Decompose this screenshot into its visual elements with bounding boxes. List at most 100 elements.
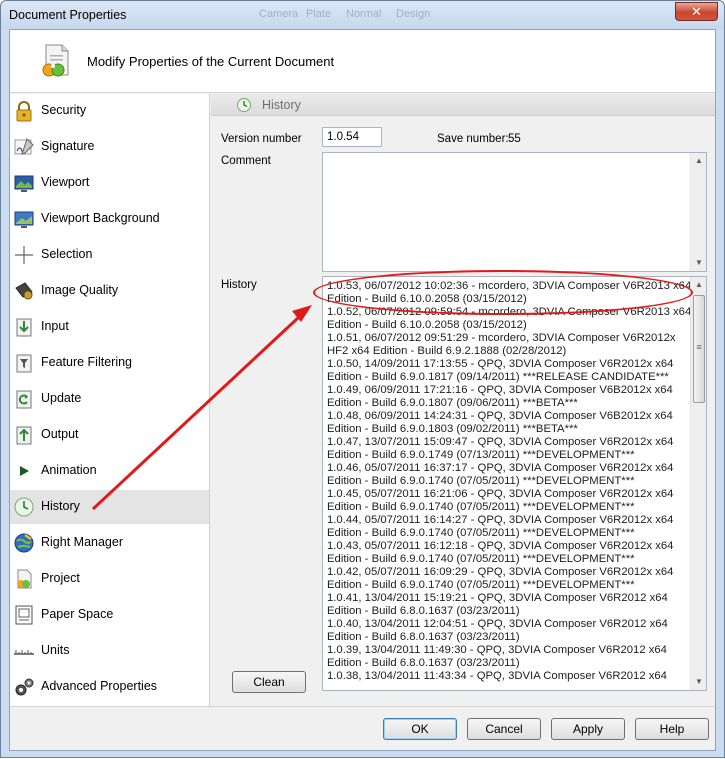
history-entry: 1.0.38, 13/04/2011 11:43:34 - QPQ, 3DVIA… bbox=[327, 670, 667, 682]
sidebar-item-label: Project bbox=[41, 571, 80, 585]
ok-button[interactable]: OK bbox=[383, 718, 457, 740]
sidebar-item-label: Image Quality bbox=[41, 283, 119, 297]
history-entry: 1.0.41, 13/04/2011 15:19:21 - QPQ, 3DVIA… bbox=[327, 592, 668, 604]
sidebar-item-viewport-background[interactable]: Viewport Background bbox=[10, 202, 209, 236]
sidebar-item-label: Output bbox=[41, 427, 79, 441]
sidebar-item-label: Signature bbox=[41, 139, 95, 153]
dialog-client-area: Modify Properties of the Current Documen… bbox=[9, 29, 716, 751]
sidebar-item-label: Input bbox=[41, 319, 69, 333]
history-entry: Edition - Build 6.8.0.1637 (03/23/2011) bbox=[327, 657, 520, 669]
window-title: Document Properties bbox=[9, 8, 127, 22]
sidebar-item-label: Right Manager bbox=[41, 535, 123, 549]
close-icon: ✕ bbox=[691, 4, 702, 19]
sidebar-item-output[interactable]: Output bbox=[10, 418, 209, 452]
paper-space-icon bbox=[15, 605, 33, 625]
background-tab-label: Camera bbox=[259, 8, 299, 20]
history-entry: Edition - Build 6.8.0.1637 (03/23/2011) bbox=[327, 605, 520, 617]
apply-button[interactable]: Apply bbox=[551, 718, 625, 740]
history-entry: Edition - Build 6.10.0.2058 (03/15/2012) bbox=[327, 319, 527, 331]
history-entry: HF2 x64 Edition - Build 6.9.2.1888 (02/2… bbox=[327, 345, 567, 357]
history-entry: Edition - Build 6.9.0.1740 (07/05/2011) … bbox=[327, 501, 635, 513]
history-entry: 1.0.42, 05/07/2011 16:09:29 - QPQ, 3DVIA… bbox=[327, 566, 674, 578]
sidebar-item-label: History bbox=[41, 499, 80, 513]
history-label: History bbox=[221, 279, 257, 291]
sidebar-item-project[interactable]: Project bbox=[10, 562, 209, 596]
history-entry: Edition - Build 6.8.0.1637 (03/23/2011) bbox=[327, 631, 520, 643]
version-number-field[interactable]: 1.0.54 bbox=[322, 127, 382, 147]
history-entry: 1.0.44, 05/07/2011 16:14:27 - QPQ, 3DVIA… bbox=[327, 514, 674, 526]
signature-pen-icon bbox=[14, 138, 34, 155]
sidebar-item-animation[interactable]: Animation bbox=[10, 454, 209, 488]
sidebar-item-input[interactable]: Input bbox=[10, 310, 209, 344]
sidebar-item-right-manager[interactable]: Right Manager bbox=[10, 526, 209, 560]
scroll-down-icon[interactable]: ▼ bbox=[691, 674, 706, 690]
sidebar-item-history[interactable]: History bbox=[10, 490, 209, 524]
update-icon bbox=[16, 390, 32, 409]
history-entry: Edition - Build 6.9.0.1740 (07/05/2011) … bbox=[327, 475, 635, 487]
history-clock-icon bbox=[14, 497, 34, 517]
sidebar-item-signature[interactable]: Signature bbox=[10, 130, 209, 164]
sidebar-item-label: Update bbox=[41, 391, 82, 405]
sidebar-item-units[interactable]: Units bbox=[10, 634, 209, 668]
input-arrow-icon bbox=[16, 318, 32, 337]
document-properties-icon bbox=[42, 44, 69, 77]
history-entry: 1.0.53, 06/07/2012 10:02:36 - mcordero, … bbox=[327, 280, 692, 292]
comment-label: Comment bbox=[221, 155, 271, 167]
panel-title: History bbox=[262, 98, 301, 112]
history-entry: 1.0.47, 13/07/2011 15:09:47 - QPQ, 3DVIA… bbox=[327, 436, 674, 448]
comment-textarea[interactable]: ▲ ▼ bbox=[322, 152, 707, 272]
history-scrollbar[interactable]: ▲ ≡ ▼ bbox=[690, 277, 706, 690]
sidebar-item-image-quality[interactable]: Image Quality bbox=[10, 274, 209, 308]
divider bbox=[10, 706, 715, 707]
header-title: Modify Properties of the Current Documen… bbox=[87, 54, 335, 69]
sidebar-item-label: Units bbox=[41, 643, 70, 657]
cancel-button[interactable]: Cancel bbox=[467, 718, 541, 740]
history-entry: 1.0.39, 13/04/2011 11:49:30 - QPQ, 3DVIA… bbox=[327, 644, 667, 656]
background-tab-label: Plate bbox=[306, 8, 332, 20]
crosshair-icon bbox=[15, 246, 33, 264]
history-entry: Edition - Build 6.9.0.1807 (09/06/2011) … bbox=[327, 397, 578, 409]
history-entry: Edition - Build 6.9.0.1740 (07/05/2011) … bbox=[327, 579, 635, 591]
history-entry: 1.0.40, 13/04/2011 12:04:51 - QPQ, 3DVIA… bbox=[327, 618, 668, 630]
clean-button[interactable]: Clean bbox=[232, 671, 306, 693]
title-bar[interactable]: Document Properties Camera Plate Normal … bbox=[1, 1, 724, 29]
sidebar-item-label: Viewport Background bbox=[41, 211, 160, 225]
history-entry: Edition - Build 6.9.0.1740 (07/05/2011) … bbox=[327, 527, 635, 539]
history-entry: Edition - Build 6.9.0.1803 (09/02/2011) … bbox=[327, 423, 578, 435]
history-entry: 1.0.51, 06/07/2012 09:51:29 - mcordero, … bbox=[327, 332, 676, 344]
output-arrow-icon bbox=[16, 426, 32, 445]
help-button[interactable]: Help bbox=[635, 718, 709, 740]
save-number-value: 55 bbox=[508, 133, 521, 145]
sidebar-item-label: Advanced Properties bbox=[41, 679, 158, 693]
scroll-up-icon[interactable]: ▲ bbox=[691, 277, 706, 293]
scroll-down-icon[interactable]: ▼ bbox=[691, 255, 707, 271]
sidebar-item-viewport[interactable]: Viewport bbox=[10, 166, 209, 200]
history-entry: 1.0.45, 05/07/2011 16:21:06 - QPQ, 3DVIA… bbox=[327, 488, 674, 500]
history-entry: 1.0.48, 06/09/2011 14:24:31 - QPQ, 3DVIA… bbox=[327, 410, 673, 422]
history-entry: Edition - Build 6.10.0.2058 (03/15/2012) bbox=[327, 293, 527, 305]
comment-scrollbar[interactable]: ▲ ▼ bbox=[690, 153, 706, 271]
sidebar-item-security[interactable]: Security bbox=[10, 94, 209, 128]
panel-header: History bbox=[211, 94, 715, 116]
history-entry: 1.0.46, 05/07/2011 16:37:17 - QPQ, 3DVIA… bbox=[327, 462, 674, 474]
sidebar-item-feature-filtering[interactable]: Feature Filtering bbox=[10, 346, 209, 380]
history-entries: 1.0.53, 06/07/2012 10:02:36 - mcordero, … bbox=[327, 280, 692, 683]
sidebar-item-label: Selection bbox=[41, 247, 93, 261]
close-button[interactable]: ✕ bbox=[675, 2, 718, 21]
sidebar-item-paper-space[interactable]: Paper Space bbox=[10, 598, 209, 632]
viewport-icon bbox=[14, 175, 34, 192]
lock-icon bbox=[16, 101, 32, 122]
scroll-up-icon[interactable]: ▲ bbox=[691, 153, 707, 169]
globe-rights-icon bbox=[14, 533, 34, 553]
sidebar-item-advanced-properties[interactable]: Advanced Properties bbox=[10, 670, 209, 704]
sidebar-item-update[interactable]: Update bbox=[10, 382, 209, 416]
scroll-grip-icon: ≡ bbox=[696, 342, 702, 352]
history-textarea[interactable]: 1.0.53, 06/07/2012 10:02:36 - mcordero, … bbox=[322, 276, 707, 691]
camera-icon bbox=[15, 282, 33, 300]
history-entry: 1.0.50, 14/09/2011 17:13:55 - QPQ, 3DVIA… bbox=[327, 358, 674, 370]
history-entry: Edition - Build 6.9.0.1740 (07/05/2011) … bbox=[327, 553, 635, 565]
scrollbar-thumb[interactable]: ≡ bbox=[693, 295, 705, 403]
sidebar-item-label: Paper Space bbox=[41, 607, 114, 621]
sidebar-item-selection[interactable]: Selection bbox=[10, 238, 209, 272]
dialog-header: Modify Properties of the Current Documen… bbox=[10, 30, 715, 93]
